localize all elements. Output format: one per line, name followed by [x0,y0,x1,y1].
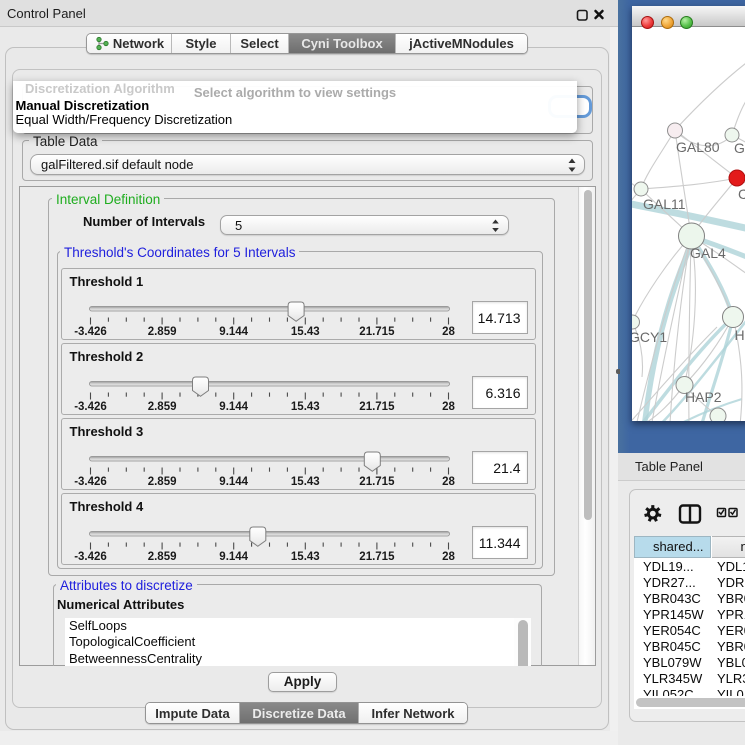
svg-text:15.43: 15.43 [290,476,319,488]
svg-text:C: C [738,186,745,202]
svg-text:-3.426: -3.426 [74,551,107,563]
svg-text:-3.426: -3.426 [74,476,107,488]
svg-text:GAL80: GAL80 [676,139,720,155]
svg-text:21.715: 21.715 [359,326,395,338]
svg-text:HAP2: HAP2 [685,389,722,405]
svg-text:GAL11: GAL11 [643,196,686,212]
svg-text:GA: GA [734,140,745,156]
svg-text:21.715: 21.715 [359,401,395,413]
svg-text:28: 28 [442,551,455,563]
svg-text:15.43: 15.43 [290,326,319,338]
svg-text:15.43: 15.43 [290,401,319,413]
svg-text:21.715: 21.715 [359,476,395,488]
svg-text:28: 28 [442,401,455,413]
svg-text:9.144: 9.144 [219,476,248,488]
svg-text:9.144: 9.144 [219,551,248,563]
svg-text:2.859: 2.859 [147,551,176,563]
svg-text:GAL4: GAL4 [690,245,726,261]
svg-text:2.859: 2.859 [147,401,176,413]
svg-text:15.43: 15.43 [290,551,319,563]
svg-text:2.859: 2.859 [147,326,176,338]
svg-text:H: H [735,327,745,343]
svg-text:21.715: 21.715 [359,551,395,563]
svg-text:9.144: 9.144 [219,326,248,338]
svg-text:28: 28 [442,326,455,338]
svg-text:28: 28 [442,476,455,488]
svg-text:2.859: 2.859 [147,476,176,488]
svg-text:9.144: 9.144 [219,401,248,413]
svg-text:GCY1: GCY1 [632,329,667,345]
svg-text:-3.426: -3.426 [74,401,107,413]
svg-text:-3.426: -3.426 [74,326,107,338]
